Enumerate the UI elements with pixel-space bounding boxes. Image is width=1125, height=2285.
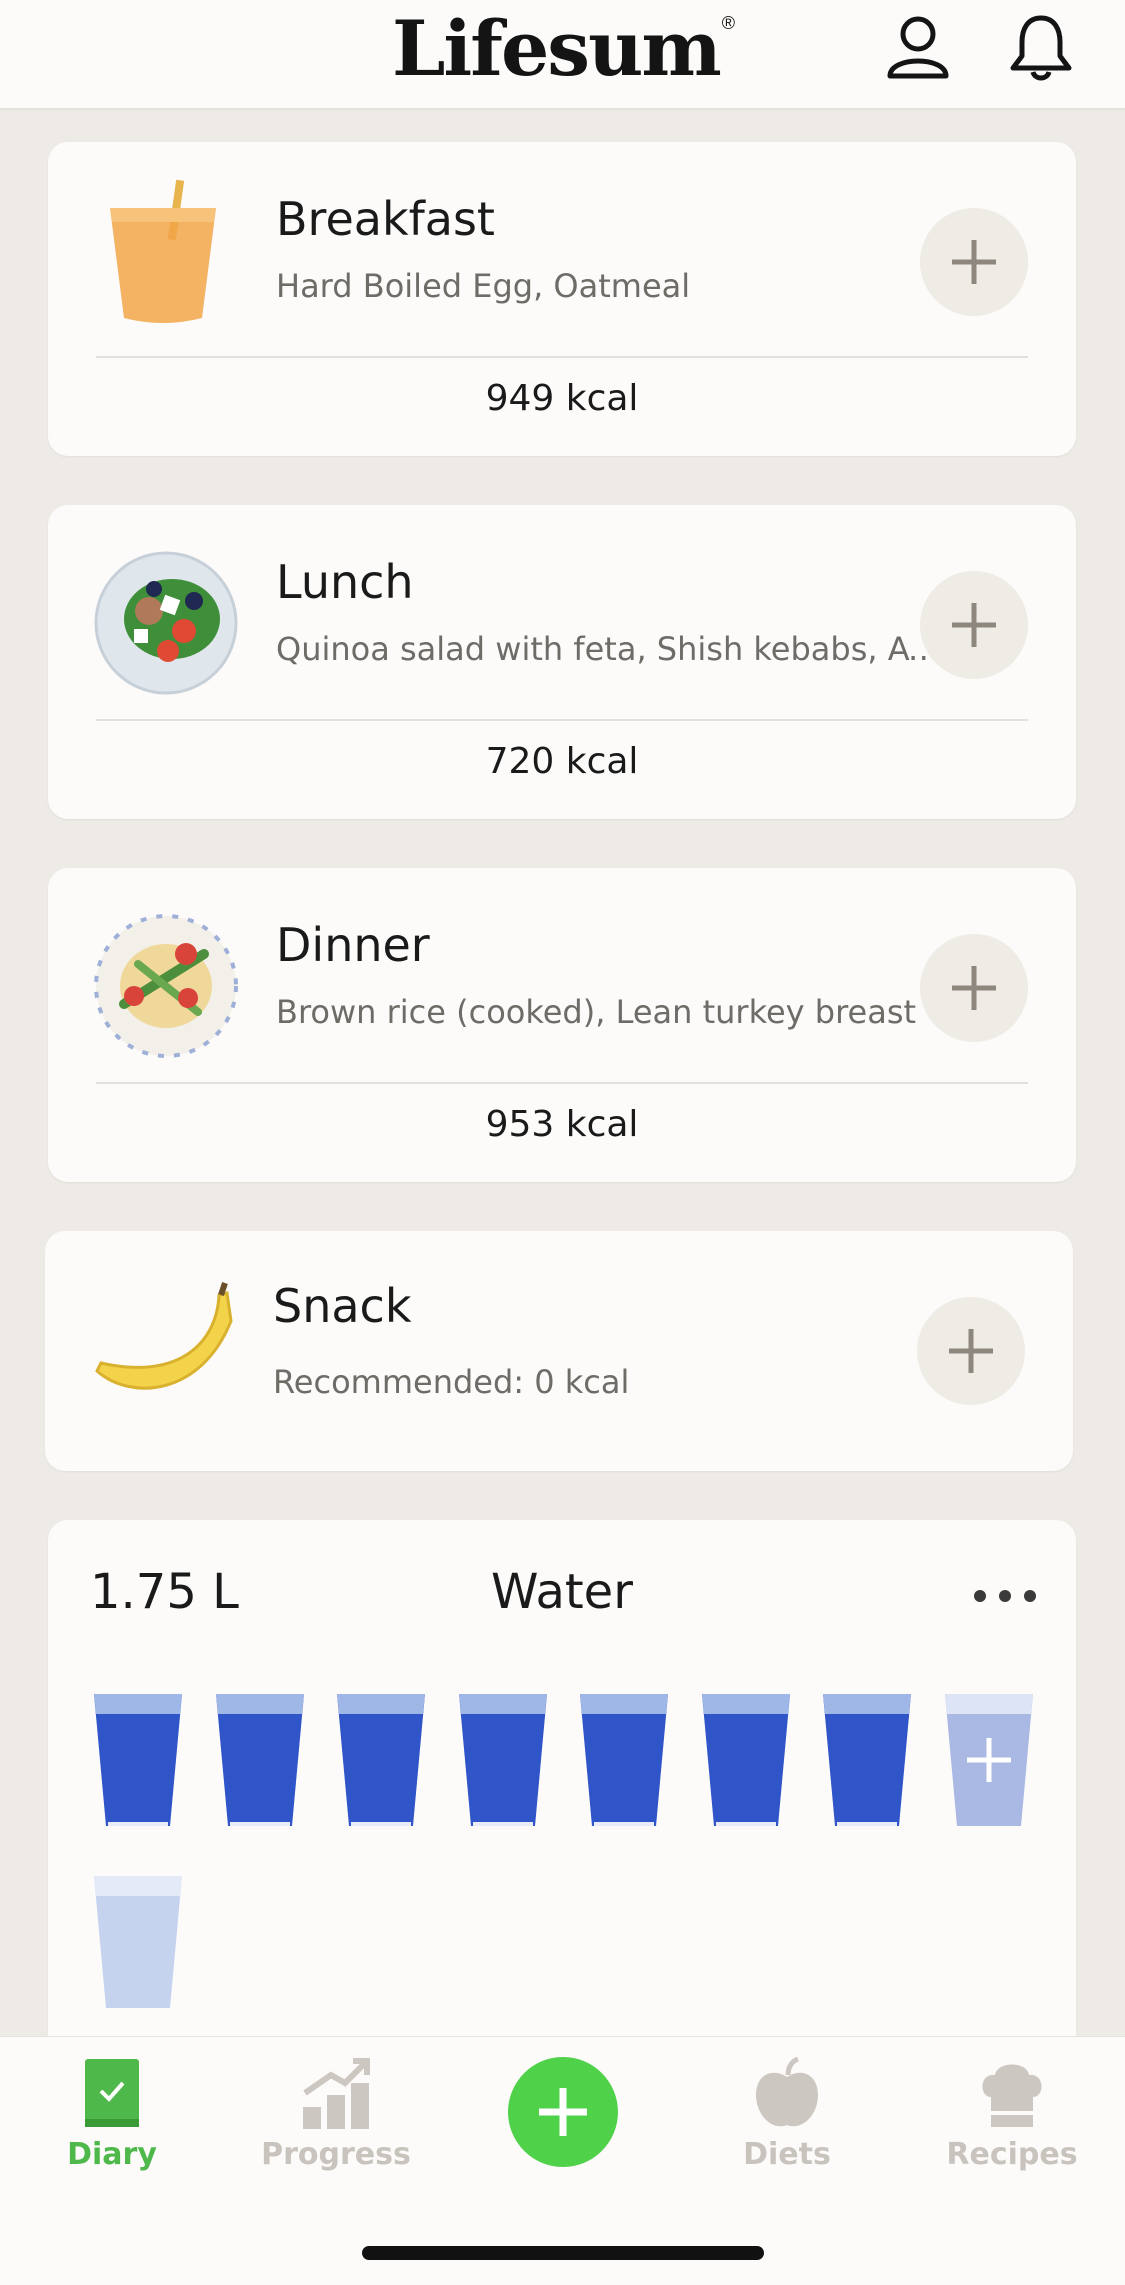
add-snack-button[interactable] <box>917 1297 1025 1405</box>
tab-diary[interactable]: Diary <box>32 2057 192 2172</box>
meal-items: Quinoa salad with feta, Shish kebabs, Av… <box>276 630 946 668</box>
plus-icon <box>949 1329 993 1373</box>
add-dinner-button[interactable] <box>920 934 1028 1042</box>
tab-diets[interactable]: Diets <box>707 2057 867 2172</box>
meal-kcal: 949 kcal <box>485 378 639 419</box>
meal-title: Dinner <box>276 918 430 972</box>
meal-kcal: 953 kcal <box>485 1104 639 1145</box>
tab-progress[interactable]: Progress <box>256 2057 416 2172</box>
meal-title: Snack <box>273 1279 412 1333</box>
plus-icon <box>539 2088 587 2136</box>
divider <box>96 719 1028 721</box>
water-glass-filled <box>458 1694 547 1826</box>
pasta-plate-icon <box>94 914 238 1058</box>
add-breakfast-button[interactable] <box>920 208 1028 316</box>
progress-icon <box>303 2058 370 2129</box>
meal-title: Breakfast <box>276 192 495 246</box>
water-glass-filled <box>580 1694 668 1826</box>
chef-hat-icon <box>982 2064 1042 2127</box>
quick-add-button[interactable] <box>508 2057 618 2167</box>
water-glass-empty <box>94 1876 182 2008</box>
water-glass-filled <box>823 1694 911 1826</box>
home-indicator <box>362 2246 764 2260</box>
meal-items: Hard Boiled Egg, Oatmeal <box>276 267 691 305</box>
meal-items: Brown rice (cooked), Lean turkey breast <box>276 993 917 1031</box>
divider <box>96 356 1028 358</box>
diary-icon <box>85 2059 139 2127</box>
more-options-icon[interactable] <box>970 1576 1040 1616</box>
water-glass-filled <box>701 1694 790 1826</box>
dinner-card[interactable]: Dinner Brown rice (cooked), Lean turkey … <box>48 868 1076 1182</box>
apple-icon <box>756 2057 818 2127</box>
app-header: Lifesum ® <box>0 0 1125 110</box>
plus-icon <box>952 240 996 284</box>
meal-kcal: 720 kcal <box>485 741 639 782</box>
lunch-card[interactable]: Lunch Quinoa salad with feta, Shish keba… <box>48 505 1076 819</box>
divider <box>96 1082 1028 1084</box>
snack-recommended: Recommended: 0 kcal <box>273 1363 630 1401</box>
snack-card[interactable]: Snack Recommended: 0 kcal <box>45 1231 1073 1471</box>
juice-glass-icon <box>110 180 216 323</box>
meal-title: Lunch <box>276 555 414 609</box>
water-title: Water <box>491 1564 633 1620</box>
salad-plate-icon <box>94 551 238 695</box>
breakfast-card[interactable]: Breakfast Hard Boiled Egg, Oatmeal 949 k… <box>48 142 1076 456</box>
water-glass-filled <box>215 1694 304 1826</box>
plus-icon <box>952 966 996 1010</box>
tab-recipes[interactable]: Recipes <box>932 2057 1092 2172</box>
plus-icon <box>952 603 996 647</box>
water-glass-filled <box>94 1694 182 1826</box>
water-glass-filled <box>337 1694 425 1826</box>
bell-icon[interactable] <box>1005 10 1077 82</box>
add-water-glass[interactable] <box>941 1690 1037 1830</box>
banana-icon <box>95 1282 233 1390</box>
water-card: 1.75 L Water <box>48 1520 1076 2080</box>
add-lunch-button[interactable] <box>920 571 1028 679</box>
profile-icon[interactable] <box>882 10 954 82</box>
app-logo: Lifesum ® <box>391 4 735 93</box>
